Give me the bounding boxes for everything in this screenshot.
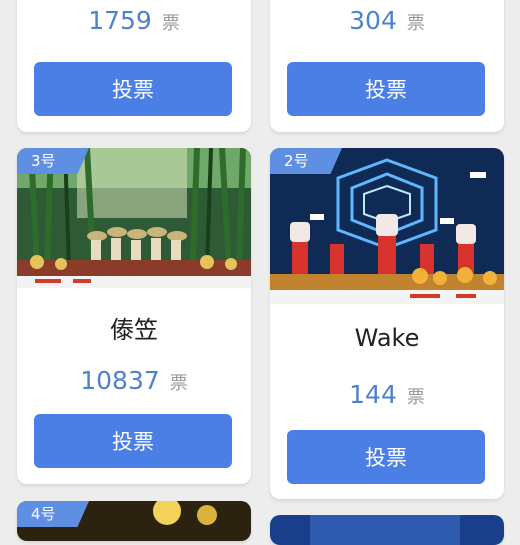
entry-card: 304 票 投票 xyxy=(270,0,504,132)
vote-unit: 票 xyxy=(161,13,180,34)
vote-button[interactable]: 投票 xyxy=(287,430,485,484)
vote-unit: 票 xyxy=(169,373,188,394)
vote-count: 304 票 xyxy=(270,6,504,35)
vote-count-number: 10837 xyxy=(80,366,160,395)
vote-button[interactable]: 投票 xyxy=(287,62,485,116)
vote-count: 1759 票 xyxy=(17,6,251,35)
entry-card: 3号 傣笠 10837 票 投票 xyxy=(17,148,251,484)
entry-card: 2号 Wake 144 票 投票 xyxy=(270,148,504,499)
vote-button[interactable]: 投票 xyxy=(34,414,232,468)
entry-photo[interactable]: 3号 xyxy=(17,148,251,288)
vote-count-number: 144 xyxy=(349,380,397,409)
vote-count: 144 票 xyxy=(270,380,504,409)
vote-count: 10837 票 xyxy=(17,366,251,395)
vote-count-number: 304 xyxy=(349,6,397,35)
entry-number-badge: 4号 xyxy=(17,501,89,527)
entry-card: 4号 xyxy=(17,501,251,541)
vote-unit: 票 xyxy=(406,387,425,408)
entry-title: 傣笠 xyxy=(110,316,158,344)
vote-button[interactable]: 投票 xyxy=(34,62,232,116)
entry-title: Wake xyxy=(354,324,420,352)
vote-unit: 票 xyxy=(406,13,425,34)
entry-number-badge: 2号 xyxy=(270,148,342,174)
entry-number-badge: 3号 xyxy=(17,148,89,174)
vote-count-number: 1759 xyxy=(88,6,152,35)
entry-photo[interactable]: 2号 xyxy=(270,148,504,304)
entry-photo[interactable]: 4号 xyxy=(17,501,251,541)
entry-card: 1759 票 投票 xyxy=(17,0,251,132)
